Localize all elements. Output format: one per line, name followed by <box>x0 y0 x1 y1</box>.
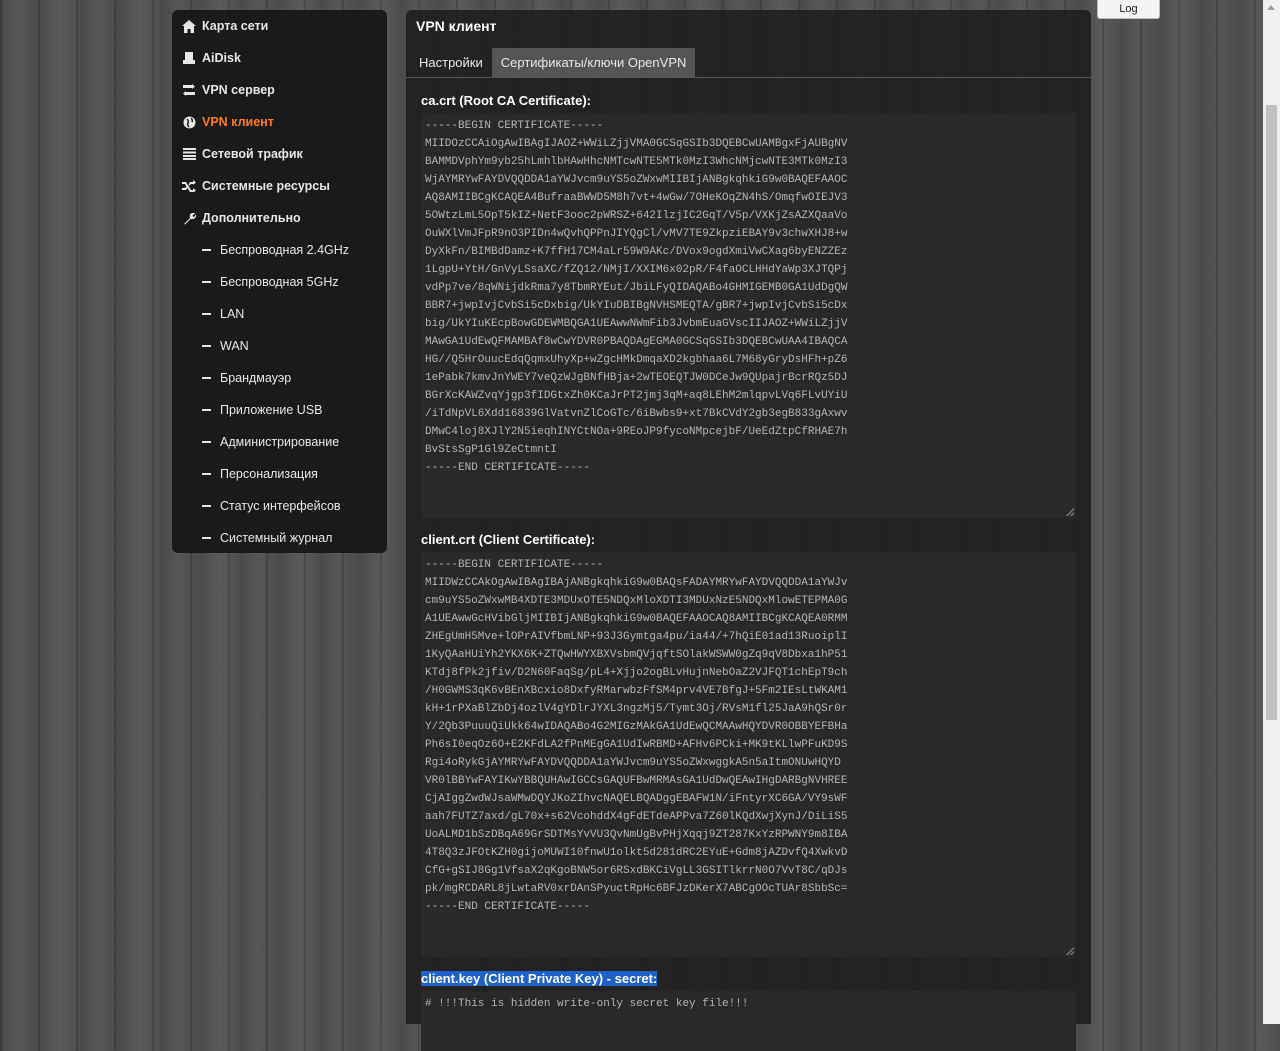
page-scrollbar[interactable] <box>1263 0 1280 1024</box>
sidebar-item-label: VPN клиент <box>202 115 274 129</box>
sidebar-item-traffic[interactable]: Сетевой трафик <box>172 138 387 170</box>
client-cert-label: client.crt (Client Certificate): <box>421 532 596 547</box>
resize-handle-icon[interactable] <box>1066 508 1074 516</box>
client-key-label-text: client.key (Client Private Key) - secret… <box>421 971 658 986</box>
client-key-text: # !!!This is hidden write-only secret ke… <box>425 998 749 1010</box>
ca-cert-textarea[interactable]: -----BEGIN CERTIFICATE----- MIIDOzCCAiOg… <box>421 113 1076 518</box>
dash-icon <box>202 249 211 251</box>
dash-icon <box>202 505 211 507</box>
sidebar-item-label: Дополнительно <box>202 211 301 225</box>
disk-icon <box>182 51 196 65</box>
sidebar-subitem-label: LAN <box>220 307 245 321</box>
page-title: VPN клиент <box>416 18 497 34</box>
sidebar-subitem-interface-status[interactable]: Статус интерфейсов <box>172 490 387 522</box>
dash-icon <box>202 345 211 347</box>
sidebar-item-advanced[interactable]: Дополнительно <box>172 202 387 234</box>
main-panel: VPN клиент Настройки Сертификаты/ключи O… <box>406 10 1091 1051</box>
shuffle-icon <box>182 179 196 193</box>
client-cert-text: -----BEGIN CERTIFICATE----- MIIDWzCCAkOg… <box>425 559 848 913</box>
sidebar-subitem-lan[interactable]: LAN <box>172 298 387 330</box>
sidebar-subitem-label: Беспроводная 2.4GHz <box>220 243 350 257</box>
scrollbar-thumb[interactable] <box>1266 105 1277 720</box>
tab-bar: Настройки Сертификаты/ключи OpenVPN <box>406 48 1091 78</box>
ca-cert-label: ca.crt (Root CA Certificate): <box>421 93 591 108</box>
sidebar-subitem-wireless-24[interactable]: Беспроводная 2.4GHz <box>172 234 387 266</box>
wrench-icon <box>182 211 196 225</box>
sidebar-subitem-label: Статус интерфейсов <box>220 499 341 513</box>
sidebar-subitem-personalization[interactable]: Персонализация <box>172 458 387 490</box>
dash-icon <box>202 313 211 315</box>
sidebar-item-vpn-client[interactable]: VPN клиент <box>172 106 387 138</box>
dash-icon <box>202 473 211 475</box>
sidebar-subitem-label: Администрирование <box>220 435 340 449</box>
sidebar-subitem-label: Брандмауэр <box>220 371 292 385</box>
scroll-up-icon[interactable] <box>1267 5 1275 10</box>
sidebar-subitem-wireless-5[interactable]: Беспроводная 5GHz <box>172 266 387 298</box>
sidebar-subitem-administration[interactable]: Администрирование <box>172 426 387 458</box>
dash-icon <box>202 537 211 539</box>
client-cert-textarea[interactable]: -----BEGIN CERTIFICATE----- MIIDWzCCAkOg… <box>421 552 1076 957</box>
sidebar-subitem-label: Беспроводная 5GHz <box>220 275 339 289</box>
home-icon <box>182 19 196 33</box>
sidebar-item-system-resources[interactable]: Системные ресурсы <box>172 170 387 202</box>
sidebar-subitem-label: Персонализация <box>220 467 318 481</box>
sidebar-subitem-firewall[interactable]: Брандмауэр <box>172 362 387 394</box>
sidebar-item-label: AiDisk <box>202 51 241 65</box>
sidebar-subitem-usb-app[interactable]: Приложение USB <box>172 394 387 426</box>
sidebar-subitem-label: Приложение USB <box>220 403 323 417</box>
sidebar-subitem-label: Системный журнал <box>220 531 333 545</box>
sidebar-subitem-system-log[interactable]: Системный журнал <box>172 522 387 554</box>
resize-handle-icon[interactable] <box>1066 947 1074 955</box>
globe-icon <box>182 115 196 129</box>
log-button[interactable]: Log <box>1097 0 1160 19</box>
dash-icon <box>202 281 211 283</box>
tab-openvpn-certs[interactable]: Сертификаты/ключи OpenVPN <box>491 48 696 77</box>
sidebar-item-label: Карта сети <box>202 19 269 33</box>
dash-icon <box>202 441 211 443</box>
client-key-label: client.key (Client Private Key) - secret… <box>421 971 1091 987</box>
sidebar-item-label: Системные ресурсы <box>202 179 330 193</box>
sidebar-menu: Карта сети AiDisk VPN сервер VPN клиент … <box>172 10 387 553</box>
sidebar-item-aidisk[interactable]: AiDisk <box>172 42 387 74</box>
sidebar-item-vpn-server[interactable]: VPN сервер <box>172 74 387 106</box>
sidebar-subitem-label: WAN <box>220 339 249 353</box>
ca-cert-text: -----BEGIN CERTIFICATE----- MIIDOzCCAiOg… <box>425 120 848 474</box>
client-key-textarea[interactable]: # !!!This is hidden write-only secret ke… <box>421 991 1076 1051</box>
dash-icon <box>202 377 211 379</box>
list-icon <box>182 147 196 161</box>
dash-icon <box>202 409 211 411</box>
tab-settings[interactable]: Настройки <box>410 48 492 77</box>
sidebar-item-label: VPN сервер <box>202 83 275 97</box>
swap-icon <box>182 83 196 97</box>
sidebar-item-network-map[interactable]: Карта сети <box>172 10 387 42</box>
sidebar-subitem-wan[interactable]: WAN <box>172 330 387 362</box>
sidebar-item-label: Сетевой трафик <box>202 147 303 161</box>
